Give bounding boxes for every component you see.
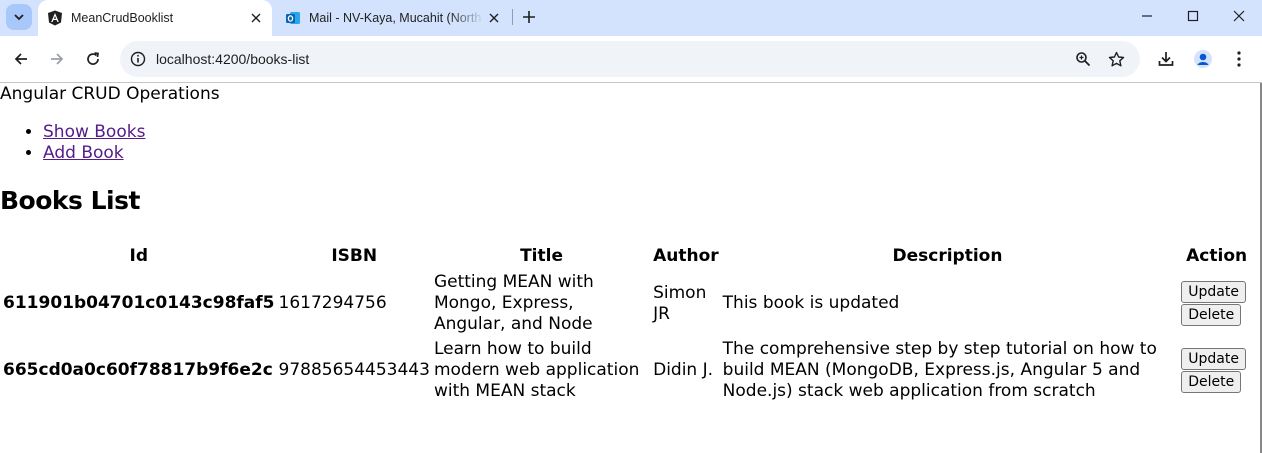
book-title-cell: Getting MEAN with Mongo, Express, Angula… (433, 272, 594, 334)
reload-icon (87, 52, 99, 65)
plus-icon (523, 11, 535, 23)
table-header-row: Id ISBN Title Author Description Action (2, 243, 1258, 269)
column-header-title: Title (520, 246, 563, 266)
angular-icon (48, 10, 62, 26)
close-tab-icon[interactable] (246, 8, 266, 28)
chevron-down-icon (14, 14, 24, 21)
table-row: 611901b04701c0143c98faf5 1617294756 Gett… (2, 271, 1258, 336)
nav-item-add-book: Add Book (43, 143, 145, 164)
outlook-icon (286, 12, 300, 24)
book-author-cell: Didin J. (653, 360, 714, 380)
profile-button[interactable] (1188, 44, 1218, 74)
add-book-link[interactable]: Add Book (43, 143, 124, 163)
reload-button[interactable] (78, 44, 108, 74)
book-isbn-cell: 1617294756 (278, 293, 387, 313)
book-id-cell: 665cd0a0c60f78817b9f6e2c (3, 360, 273, 380)
tab-meancrudbooklist[interactable]: MeanCrudBooklist (38, 0, 272, 36)
menu-button[interactable] (1224, 44, 1254, 74)
update-button[interactable]: Update (1181, 281, 1246, 303)
books-table: Id ISBN Title Author Description Action … (0, 241, 1260, 405)
url-text[interactable]: localhost:4200/books-list (156, 51, 309, 67)
site-info-icon[interactable] (127, 48, 149, 70)
zoom-icon[interactable] (1072, 48, 1094, 70)
page-content: Angular CRUD Operations Show Books Add B… (0, 83, 1262, 453)
book-id-cell: 611901b04701c0143c98faf5 (3, 293, 275, 313)
book-title-cell: Learn how to build modern web applicatio… (433, 339, 640, 401)
column-header-isbn: ISBN (331, 246, 378, 266)
book-action-cell: Update Delete (1175, 338, 1258, 403)
url-host: localhost (156, 51, 212, 67)
show-books-link[interactable]: Show Books (43, 122, 145, 142)
column-header-description: Description (892, 246, 1003, 266)
close-icon (1233, 10, 1245, 22)
column-header-action: Action (1186, 246, 1248, 266)
delete-button[interactable]: Delete (1181, 304, 1242, 326)
browser-tab-strip: MeanCrudBooklist Mail - NV-Kaya, Mucahit… (0, 0, 1262, 36)
book-description-cell: The comprehensive step by step tutorial … (722, 339, 1157, 401)
url-path: :4200/books-list (211, 51, 310, 67)
delete-button[interactable]: Delete (1181, 371, 1242, 393)
book-description-cell: This book is updated (722, 293, 900, 313)
download-icon (1158, 52, 1174, 66)
table-row: 665cd0a0c60f78817b9f6e2c 97885654453443 … (2, 338, 1258, 403)
close-window-button[interactable] (1216, 0, 1262, 32)
tab-separator (512, 9, 513, 25)
downloads-button[interactable] (1151, 44, 1181, 74)
tab-title: Mail - NV-Kaya, Mucahit (North (309, 11, 482, 25)
browser-toolbar: localhost:4200/books-list (0, 36, 1262, 83)
page-heading: Books List (0, 186, 140, 215)
nav-list: Show Books Add Book (0, 122, 145, 164)
close-tab-icon[interactable] (484, 8, 504, 28)
avatar-icon (1194, 50, 1212, 68)
book-action-cell: Update Delete (1175, 271, 1258, 336)
forward-button[interactable] (42, 44, 72, 74)
tab-mail[interactable]: Mail - NV-Kaya, Mucahit (North (276, 0, 510, 36)
app-title: Angular CRUD Operations (0, 84, 220, 104)
tab-title: MeanCrudBooklist (71, 11, 174, 25)
arrow-left-icon (14, 53, 27, 65)
address-bar[interactable]: localhost:4200/books-list (120, 41, 1140, 77)
maximize-button[interactable] (1170, 0, 1216, 32)
arrow-right-icon (51, 53, 64, 65)
book-isbn-cell: 97885654453443 (278, 360, 430, 380)
update-button[interactable]: Update (1181, 348, 1246, 370)
column-header-id: Id (129, 246, 149, 266)
minimize-icon (1142, 15, 1152, 17)
tab-search-button[interactable] (6, 4, 32, 30)
bookmark-star-icon[interactable] (1105, 48, 1127, 70)
maximize-icon (1187, 10, 1199, 22)
new-tab-button[interactable] (517, 5, 541, 29)
minimize-button[interactable] (1124, 0, 1170, 32)
back-button[interactable] (6, 44, 36, 74)
column-header-author: Author (653, 246, 719, 266)
nav-item-show-books: Show Books (43, 122, 145, 143)
more-vert-icon (1237, 51, 1241, 67)
book-author-cell: Simon JR (653, 282, 707, 324)
